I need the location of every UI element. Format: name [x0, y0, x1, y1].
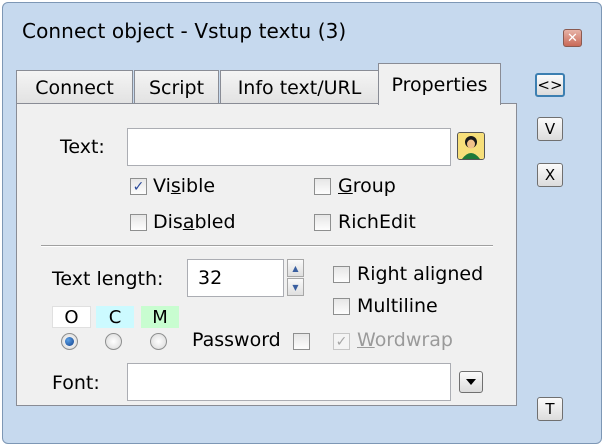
wordwrap-checkbox: ✓ [333, 333, 350, 350]
multiline-checkbox[interactable] [333, 298, 350, 315]
mode-m-label: M [141, 306, 179, 328]
chevron-down-icon [466, 379, 476, 385]
text-input[interactable] [127, 128, 451, 166]
multiline-label: Multiline [357, 295, 438, 317]
text-length-input[interactable]: 32 [187, 259, 284, 297]
x-button[interactable]: X [537, 163, 563, 187]
mode-c-radio[interactable] [105, 333, 122, 350]
disabled-checkbox[interactable] [130, 214, 147, 231]
tab-info-text-url[interactable]: Info text/URL [220, 70, 379, 104]
tab-connect[interactable]: Connect [16, 70, 133, 104]
text-length-spinner[interactable]: ▲ ▼ [287, 259, 304, 297]
text-label: Text: [60, 136, 105, 158]
up-arrow-icon[interactable]: ▲ [287, 259, 304, 277]
tab-properties[interactable]: Properties [378, 63, 501, 105]
disabled-label: Disabled [153, 211, 236, 233]
mode-o-radio[interactable] [61, 333, 78, 350]
text-length-label: Text length: [52, 268, 164, 290]
t-button[interactable]: T [537, 397, 563, 421]
v-button[interactable]: V [537, 117, 563, 141]
richedit-checkbox[interactable] [314, 214, 331, 231]
right-aligned-label: Right aligned [357, 263, 484, 285]
mode-o-label: O [52, 306, 91, 328]
richedit-label: RichEdit [338, 211, 416, 233]
group-label: Group [338, 175, 396, 197]
group-checkbox[interactable] [314, 178, 331, 195]
close-icon: ✕ [567, 30, 578, 46]
wordwrap-label: Wordwrap [357, 329, 453, 351]
right-aligned-checkbox[interactable] [333, 266, 350, 283]
font-label: Font: [52, 372, 100, 394]
font-dropdown-button[interactable] [459, 371, 483, 393]
password-checkbox[interactable] [293, 333, 310, 350]
person-icon [458, 133, 484, 159]
mode-c-label: C [96, 306, 134, 328]
mode-m-radio[interactable] [150, 333, 167, 350]
font-input[interactable] [127, 363, 451, 401]
separator [41, 245, 493, 247]
down-arrow-icon[interactable]: ▼ [287, 278, 304, 296]
swap-button[interactable]: <> [535, 73, 565, 97]
password-label: Password [192, 329, 281, 351]
window-title: Connect object - Vstup textu (3) [22, 19, 347, 43]
visible-checkbox[interactable]: ✓ [130, 178, 147, 195]
text-expression-button[interactable] [457, 132, 485, 160]
visible-label: Visible [153, 175, 216, 197]
tab-script[interactable]: Script [134, 70, 219, 104]
close-button[interactable]: ✕ [563, 29, 582, 47]
